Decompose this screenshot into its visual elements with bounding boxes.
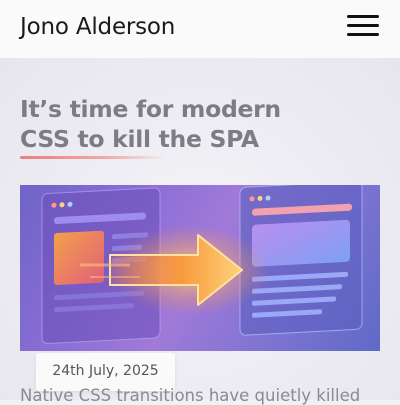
article-title-line-2: CSS to kill the SPA: [20, 125, 259, 153]
article-title-line-1: It’s time for modern: [20, 95, 281, 123]
article-main: It’s time for modern CSS to kill the SPA: [0, 58, 400, 405]
page-transition-illustration: [41, 185, 363, 345]
site-header: Jono Alderson: [0, 0, 400, 58]
hamburger-menu-icon[interactable]: [346, 14, 380, 38]
hero-image: [20, 185, 380, 351]
publish-date: 24th July, 2025: [52, 363, 159, 379]
title-underline: [20, 156, 165, 159]
article-intro: Native CSS transitions have quietly kill…: [20, 386, 361, 405]
article-title: It’s time for modern CSS to kill the SPA: [20, 94, 320, 154]
site-title[interactable]: Jono Alderson: [20, 14, 175, 40]
